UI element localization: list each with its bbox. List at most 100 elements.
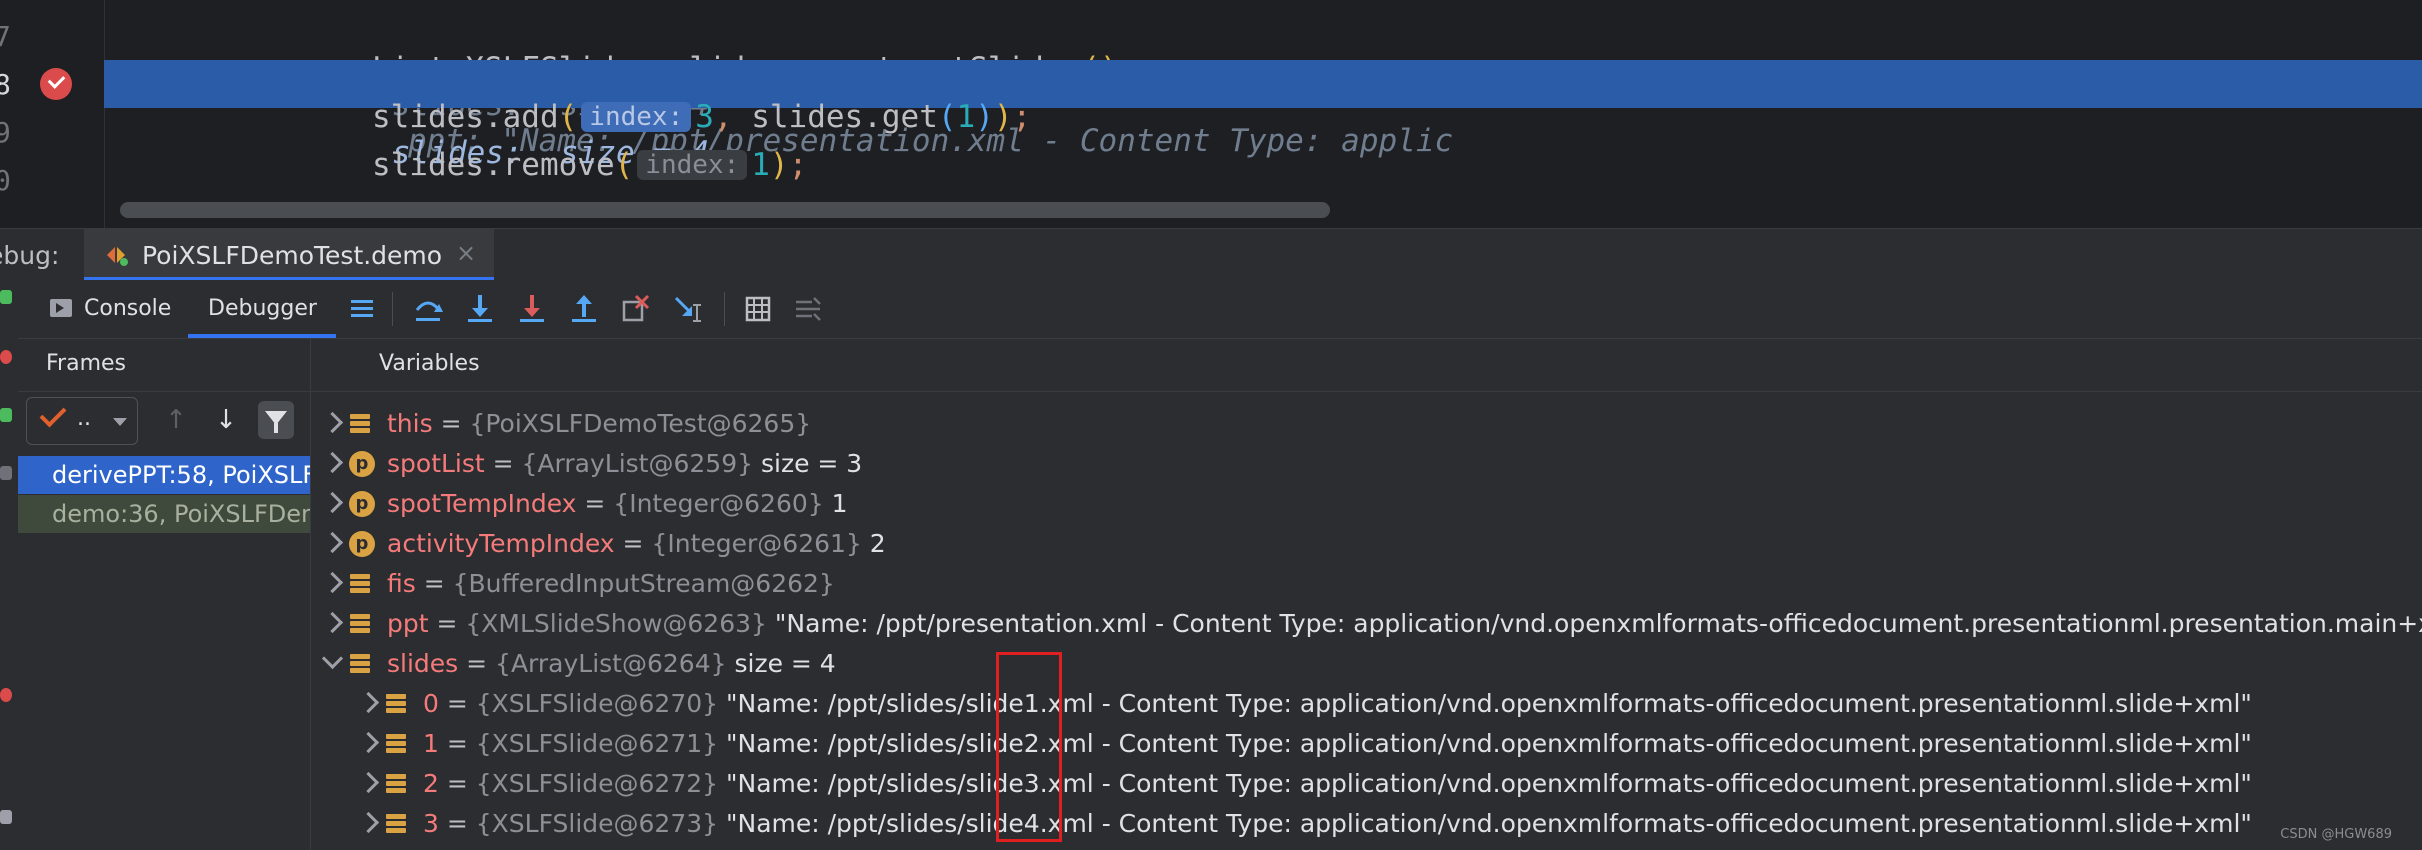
code-line[interactable]: slides.remove(index: 1); bbox=[104, 108, 2422, 183]
equals-sign: = bbox=[614, 529, 652, 558]
variable-row[interactable]: this = {PoiXSLFDemoTest@6265} bbox=[311, 405, 2422, 445]
editor-gutter[interactable]: 7 8 9 0 bbox=[0, 0, 105, 228]
filter-icon[interactable] bbox=[258, 401, 294, 439]
variable-row[interactable]: ppt = {XMLSlideShow@6263} "Name: /ppt/pr… bbox=[311, 605, 2422, 645]
variable-name: 2 bbox=[423, 769, 439, 798]
horizontal-scrollbar[interactable] bbox=[120, 202, 1330, 218]
step-into-icon[interactable] bbox=[462, 290, 498, 328]
field-icon bbox=[349, 651, 375, 677]
gutter-line[interactable]: 7 bbox=[0, 12, 104, 60]
variable-name: activityTempIndex bbox=[387, 529, 615, 558]
code-line-execution-point[interactable]: slides.add(index: 3, slides.get(1)); slid… bbox=[104, 60, 2422, 171]
frame-item[interactable]: demo:36, PoiXSLFDemoTest bbox=[18, 495, 310, 533]
gutter-line[interactable]: 9 bbox=[0, 108, 104, 156]
variable-row[interactable]: 3 = {XSLFSlide@6273} "Name: /ppt/slides/… bbox=[311, 805, 2422, 845]
divider bbox=[311, 391, 2422, 392]
variable-type: {XMLSlideShow@6263} bbox=[465, 609, 767, 638]
code-line[interactable]: List<XSLFSlide> slides = ppt.getSlides()… bbox=[104, 12, 2422, 159]
chevron-right-icon[interactable] bbox=[357, 731, 380, 754]
resume-icon[interactable] bbox=[0, 408, 12, 422]
breakpoint-icon[interactable] bbox=[40, 68, 72, 100]
chevron-right-icon[interactable] bbox=[321, 491, 344, 514]
run-to-cursor-icon[interactable] bbox=[670, 290, 706, 328]
thread-selector[interactable]: .. bbox=[26, 397, 138, 445]
debug-label: ebug: bbox=[0, 241, 60, 270]
debugger-toolbar: Console Debugger bbox=[18, 280, 2422, 339]
step-out-icon[interactable] bbox=[566, 290, 602, 328]
frames-title: Frames bbox=[46, 351, 127, 376]
chevron-right-icon[interactable] bbox=[357, 811, 380, 834]
tab-debugger[interactable]: Debugger bbox=[188, 280, 336, 338]
step-over-icon[interactable] bbox=[410, 290, 446, 328]
chevron-right-icon[interactable] bbox=[321, 571, 344, 594]
variable-value: "Name: /ppt/slides/slide1.xml - Content … bbox=[726, 689, 2252, 718]
variable-row[interactable]: slides = {ArrayList@6264} size = 4 bbox=[311, 645, 2422, 685]
variable-row[interactable]: fis = {BufferedInputStream@6262} bbox=[311, 565, 2422, 605]
variable-value: "Name: /ppt/slides/slide2.xml - Content … bbox=[726, 729, 2252, 758]
session-name: PoiXSLFDemoTest.demo bbox=[142, 241, 443, 270]
variable-row[interactable]: p activityTempIndex = {Integer@6261} 2 bbox=[311, 525, 2422, 565]
settings-icon[interactable] bbox=[0, 810, 12, 824]
variable-name: this bbox=[387, 409, 433, 438]
chevron-right-icon[interactable] bbox=[321, 531, 344, 554]
chevron-right-icon[interactable] bbox=[321, 411, 344, 434]
frame-item[interactable]: derivePPT:58, PoiXSLFDemoTest bbox=[18, 456, 310, 494]
chevron-down-icon[interactable] bbox=[321, 647, 344, 670]
equals-sign: = bbox=[438, 729, 476, 758]
variable-row[interactable]: 2 = {XSLFSlide@6272} "Name: /ppt/slides/… bbox=[311, 765, 2422, 805]
variable-type: {ArrayList@6264} bbox=[495, 649, 727, 678]
number-literal: 1 bbox=[751, 147, 770, 183]
tab-label: Console bbox=[84, 296, 172, 321]
variable-type: {XSLFSlide@6273} bbox=[475, 809, 719, 838]
arrow-down-icon[interactable]: ↓ bbox=[208, 401, 244, 439]
view-breakpoints-icon[interactable] bbox=[0, 688, 12, 702]
chevron-right-icon[interactable] bbox=[357, 691, 380, 714]
field-icon bbox=[349, 611, 375, 637]
watermark: CSDN @HGW689 bbox=[2280, 827, 2392, 842]
variable-name: spotTempIndex bbox=[387, 489, 577, 518]
variable-row[interactable]: p spotList = {ArrayList@6259} size = 3 bbox=[311, 445, 2422, 485]
code-editor[interactable]: 7 8 9 0 List<XSLFSlide> slides = ppt.get… bbox=[0, 0, 2422, 228]
drop-frame-icon[interactable] bbox=[618, 290, 654, 328]
chevron-right-icon[interactable] bbox=[357, 771, 380, 794]
tab-console[interactable]: Console bbox=[40, 280, 190, 338]
line-number: 7 bbox=[0, 20, 11, 53]
variable-type: {XSLFSlide@6272} bbox=[475, 769, 719, 798]
close-icon[interactable]: × bbox=[456, 239, 476, 267]
chevron-right-icon[interactable] bbox=[321, 451, 344, 474]
force-step-into-icon[interactable] bbox=[514, 290, 550, 328]
code-text: slides.remove bbox=[371, 147, 615, 183]
evaluate-icon[interactable] bbox=[740, 290, 776, 328]
frame-label: demo:36, PoiXSLFDemoTest bbox=[52, 500, 310, 528]
toolbar-separator bbox=[724, 292, 725, 326]
frame-label: derivePPT:58, PoiXSLFDemoTest bbox=[52, 461, 310, 489]
equals-sign: = bbox=[484, 449, 522, 478]
chevron-right-icon[interactable] bbox=[321, 611, 344, 634]
variable-text: spotList = {ArrayList@6259} size = 3 bbox=[387, 449, 862, 478]
paren: ( bbox=[614, 147, 634, 183]
field-icon bbox=[385, 731, 411, 757]
variable-value: "Name: /ppt/presentation.xml - Content T… bbox=[774, 609, 2422, 638]
variable-row[interactable]: 0 = {XSLFSlide@6270} "Name: /ppt/slides/… bbox=[311, 685, 2422, 725]
field-icon bbox=[349, 411, 375, 437]
variable-row[interactable]: 1 = {XSLFSlide@6271} "Name: /ppt/slides/… bbox=[311, 725, 2422, 765]
tool-strip bbox=[0, 280, 19, 850]
variable-name: fis bbox=[387, 569, 416, 598]
semicolon: ; bbox=[788, 147, 808, 183]
variable-name: spotList bbox=[387, 449, 485, 478]
variable-type: {BufferedInputStream@6262} bbox=[452, 569, 835, 598]
debug-session-tab[interactable]: PoiXSLFDemoTest.demo × bbox=[84, 229, 494, 281]
stop-icon[interactable] bbox=[0, 350, 12, 364]
rerun-icon[interactable] bbox=[0, 290, 12, 304]
arrow-up-icon[interactable]: ↑ bbox=[158, 401, 194, 439]
variable-type: {Integer@6260} bbox=[613, 489, 824, 518]
variable-row[interactable]: p spotTempIndex = {Integer@6260} 1 bbox=[311, 485, 2422, 525]
variable-text: 1 = {XSLFSlide@6271} "Name: /ppt/slides/… bbox=[423, 729, 2252, 758]
pause-icon[interactable] bbox=[0, 466, 12, 480]
menu-icon[interactable] bbox=[344, 290, 380, 328]
trace-icon[interactable] bbox=[790, 290, 826, 328]
variable-text: spotTempIndex = {Integer@6260} 1 bbox=[387, 489, 848, 518]
gutter-line-current[interactable]: 8 bbox=[0, 60, 104, 108]
variable-value: size = 4 bbox=[734, 649, 836, 678]
gutter-line[interactable]: 0 bbox=[0, 156, 104, 204]
